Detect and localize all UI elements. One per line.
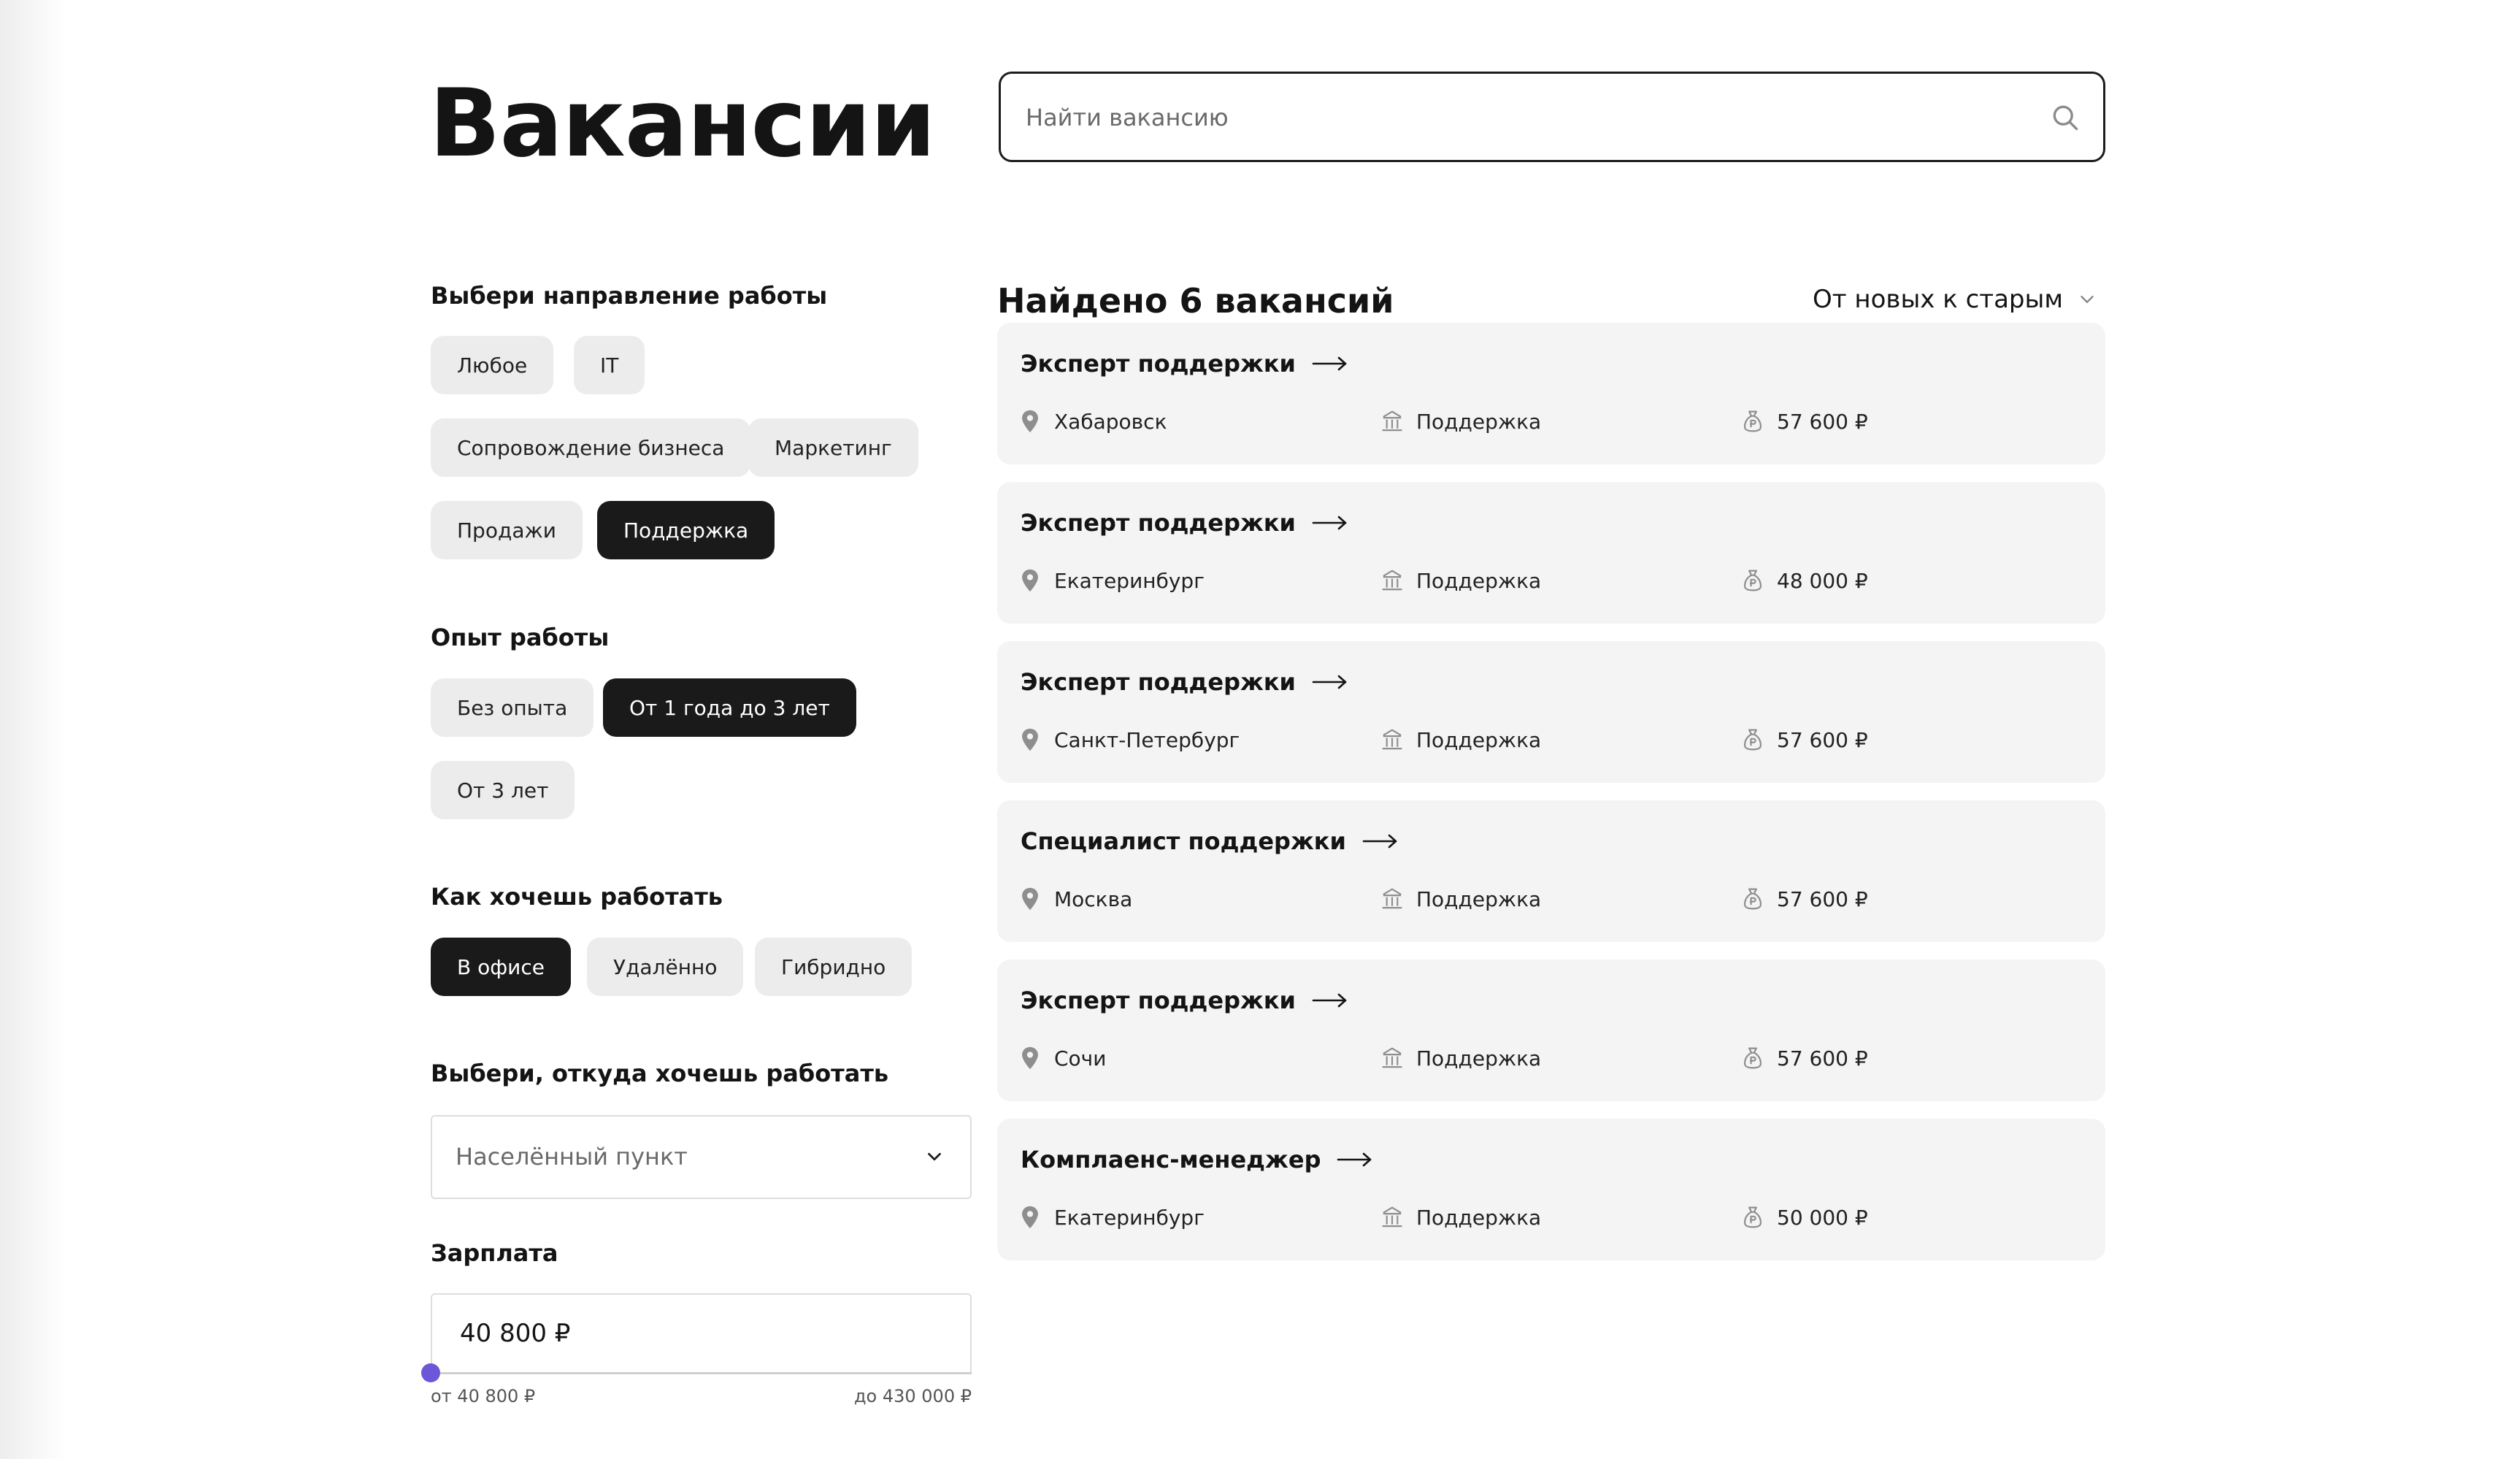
arrow-right-icon[interactable] [1337,1151,1373,1168]
map-pin-icon [1022,1206,1038,1229]
experience-filter-title: Опыт работы [431,624,610,651]
chip-direction-business-support[interactable]: Сопровождение бизнеса [431,418,751,477]
vacancy-department: Поддержка [1416,409,1542,434]
vacancy-title[interactable]: Эксперт поддержки [1021,349,1296,378]
city-select[interactable]: Населённый пункт [431,1115,972,1199]
vacancy-city: Санкт-Петербург [1054,727,1240,752]
money-bag-icon [1743,1047,1762,1069]
vacancy-title[interactable]: Специалист поддержки [1021,827,1346,856]
vacancy-card[interactable]: Специалист поддержки Москва Поддержка 57… [997,800,2105,942]
vacancy-city: Москва [1054,886,1133,911]
vacancy-salary: 57 600 ₽ [1777,727,1868,752]
arrow-right-icon[interactable] [1312,355,1348,372]
vacancy-title[interactable]: Эксперт поддержки [1021,508,1296,537]
search-icon[interactable] [2049,102,2081,134]
arrow-right-icon[interactable] [1362,832,1399,850]
vacancy-salary: 57 600 ₽ [1777,886,1868,911]
page-edge-shadow [0,0,66,1459]
vacancy-department: Поддержка [1416,886,1542,911]
vacancy-title[interactable]: Комплаенс-менеджер [1021,1145,1321,1174]
money-bag-icon [1743,410,1762,432]
chip-experience-none[interactable]: Без опыта [431,678,594,737]
building-icon [1382,410,1402,432]
arrow-right-icon[interactable] [1312,992,1348,1009]
sort-label: От новых к старым [1813,285,2063,314]
vacancy-salary: 50 000 ₽ [1777,1205,1868,1230]
search-input[interactable] [1024,74,2035,161]
search-box[interactable] [999,72,2105,162]
vacancy-salary: 48 000 ₽ [1777,568,1868,593]
building-icon [1382,570,1402,591]
building-icon [1382,1047,1402,1068]
vacancy-department: Поддержка [1416,1205,1542,1230]
money-bag-icon [1743,570,1762,591]
salary-slider-track[interactable] [431,1372,972,1374]
chip-direction-it[interactable]: IT [574,336,645,394]
map-pin-icon [1022,569,1038,592]
map-pin-icon [1022,887,1038,911]
salary-slider-thumb[interactable] [421,1363,440,1382]
vacancy-salary: 57 600 ₽ [1777,1046,1868,1071]
salary-input[interactable]: 40 800 ₽ [431,1293,972,1374]
map-pin-icon [1022,1046,1038,1070]
salary-max-label: до 430 000 ₽ [853,1386,972,1406]
vacancy-card[interactable]: Эксперт поддержки Екатеринбург Поддержка… [997,482,2105,624]
vacancy-salary: 57 600 ₽ [1777,409,1868,434]
chip-format-remote[interactable]: Удалённо [587,938,744,996]
chip-direction-support[interactable]: Поддержка [597,501,775,559]
direction-filter-title: Выбери направление работы [431,282,828,310]
building-icon [1382,729,1402,750]
vacancy-card[interactable]: Комплаенс-менеджер Екатеринбург Поддержк… [997,1119,2105,1260]
vacancy-card[interactable]: Эксперт поддержки Санкт-Петербург Поддер… [997,641,2105,783]
salary-value[interactable]: 40 800 ₽ [460,1295,570,1372]
vacancy-title[interactable]: Эксперт поддержки [1021,986,1296,1015]
city-select-placeholder: Населённый пункт [456,1143,688,1171]
arrow-right-icon[interactable] [1312,673,1348,691]
map-pin-icon [1022,728,1038,751]
chevron-down-icon [2081,296,2094,303]
salary-min-label: от 40 800 ₽ [431,1386,536,1406]
chip-direction-any[interactable]: Любое [431,336,554,394]
arrow-right-icon[interactable] [1312,514,1348,532]
chip-format-hybrid[interactable]: Гибридно [755,938,913,996]
vacancy-card[interactable]: Эксперт поддержки Хабаровск Поддержка 57… [997,323,2105,464]
work-format-filter-title: Как хочешь работать [431,883,723,911]
chip-experience-3-plus-years[interactable]: От 3 лет [431,761,575,819]
results-count: Найдено 6 вакансий [997,281,1394,321]
vacancy-department: Поддержка [1416,1046,1542,1071]
vacancy-department: Поддержка [1416,727,1542,752]
vacancy-city: Хабаровск [1054,409,1167,434]
chip-experience-1-3-years[interactable]: От 1 года до 3 лет [603,678,856,737]
vacancy-title[interactable]: Эксперт поддержки [1021,667,1296,697]
salary-filter-title: Зарплата [431,1239,558,1267]
location-filter-title: Выбери, откуда хочешь работать [431,1060,889,1087]
chip-direction-sales[interactable]: Продажи [431,501,583,559]
vacancy-city: Екатеринбург [1054,568,1205,593]
building-icon [1382,888,1402,909]
building-icon [1382,1206,1402,1228]
chip-format-office[interactable]: В офисе [431,938,571,996]
map-pin-icon [1022,410,1038,433]
chip-direction-marketing[interactable]: Маркетинг [748,418,918,477]
money-bag-icon [1743,729,1762,751]
money-bag-icon [1743,1206,1762,1228]
vacancy-city: Екатеринбург [1054,1205,1205,1230]
money-bag-icon [1743,888,1762,910]
vacancy-card[interactable]: Эксперт поддержки Сочи Поддержка 57 600 … [997,960,2105,1101]
vacancy-department: Поддержка [1416,568,1542,593]
vacancy-city: Сочи [1054,1046,1107,1071]
page-title: Вакансии [429,69,936,178]
sort-dropdown[interactable]: От новых к старым [1813,285,2098,314]
chevron-down-icon [928,1152,941,1161]
